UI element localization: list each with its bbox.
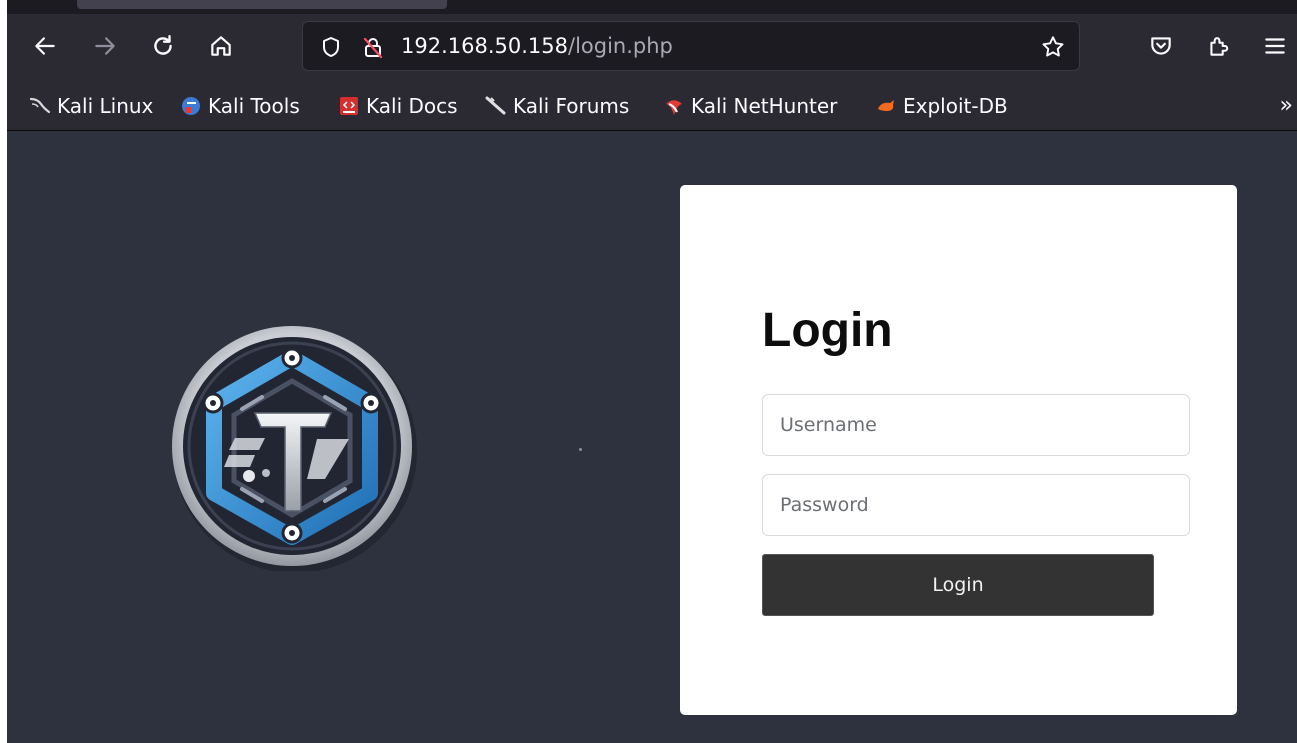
puzzle-icon	[1210, 37, 1229, 56]
insecure-lock-icon[interactable]	[359, 33, 387, 61]
kali-forums-icon	[485, 96, 506, 115]
login-card: Login Login	[680, 185, 1237, 715]
home-button[interactable]	[203, 28, 239, 64]
exploit-db-icon	[878, 100, 894, 111]
browser-window: 192.168.50.158/login.php Kali Linux Kali…	[7, 0, 1297, 743]
back-button[interactable]	[27, 28, 63, 64]
bookmark-kali-tools[interactable]: Kali Tools	[180, 91, 300, 121]
bookmark-kali-docs[interactable]: Kali Docs	[338, 91, 458, 121]
bookmark-kali-linux[interactable]: Kali Linux	[29, 91, 153, 121]
bookmark-label: Exploit-DB	[903, 94, 1008, 118]
pocket-icon	[1151, 37, 1171, 55]
site-logo	[167, 321, 417, 573]
page-content: Login Login	[7, 131, 1297, 743]
bookmarks-overflow-button[interactable]: »	[1280, 93, 1293, 118]
arrow-left-icon	[35, 37, 55, 55]
password-input[interactable]	[762, 474, 1190, 536]
pocket-button[interactable]	[1143, 28, 1179, 64]
login-button[interactable]: Login	[762, 554, 1154, 616]
bookmark-label: Kali Docs	[366, 94, 458, 118]
home-icon	[211, 36, 231, 56]
url-text[interactable]: 192.168.50.158/login.php	[401, 34, 673, 58]
app-menu-button[interactable]	[1257, 28, 1293, 64]
tab-strip	[7, 0, 1297, 14]
reload-button[interactable]	[145, 28, 181, 64]
nethunter-icon	[666, 100, 682, 115]
forward-button[interactable]	[87, 28, 123, 64]
username-input[interactable]	[762, 394, 1190, 456]
shield-icon[interactable]	[317, 33, 345, 61]
bookmark-kali-forums[interactable]: Kali Forums	[485, 91, 629, 121]
kali-tools-icon	[182, 97, 200, 115]
extensions-button[interactable]	[1201, 28, 1237, 64]
background-speck	[579, 448, 582, 451]
bookmark-label: Kali Tools	[208, 94, 300, 118]
url-path: /login.php	[568, 34, 673, 58]
bookmark-kali-nethunter[interactable]: Kali NetHunter	[663, 91, 837, 121]
bookmark-label: Kali Forums	[513, 94, 630, 118]
kali-docs-icon	[340, 97, 358, 115]
bookmarks-toolbar: Kali Linux Kali Tools Kali Docs Kali For…	[7, 84, 1297, 131]
active-tab-edge[interactable]	[77, 0, 447, 9]
reload-icon	[154, 35, 172, 55]
hamburger-menu-icon	[1265, 38, 1285, 54]
bookmark-label: Kali NetHunter	[691, 94, 838, 118]
bookmark-exploit-db[interactable]: Exploit-DB	[875, 91, 1008, 121]
bookmark-star-icon[interactable]	[1039, 33, 1067, 61]
login-title: Login	[762, 304, 893, 357]
url-host: 192.168.50.158	[401, 34, 568, 58]
navigation-toolbar: 192.168.50.158/login.php	[7, 14, 1297, 84]
arrow-right-icon	[95, 37, 115, 55]
kali-dragon-icon	[29, 97, 51, 114]
bookmark-label: Kali Linux	[57, 94, 154, 118]
address-bar[interactable]: 192.168.50.158/login.php	[302, 21, 1080, 71]
